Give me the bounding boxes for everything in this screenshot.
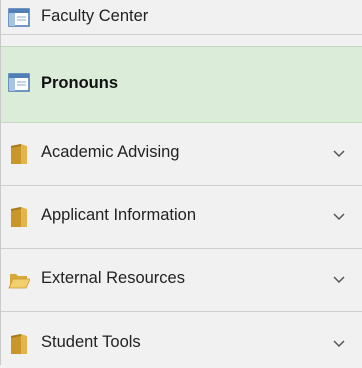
menu-item-academic-advising[interactable]: Academic Advising xyxy=(1,123,362,186)
menu-item-label: External Resources xyxy=(41,269,185,287)
folder-closed-icon xyxy=(11,144,27,164)
chevron-down-icon[interactable] xyxy=(333,340,345,348)
chevron-down-icon[interactable] xyxy=(333,213,345,221)
window-icon xyxy=(8,73,30,92)
menu-item-label: Pronouns xyxy=(41,74,118,92)
menu-item-label: Student Tools xyxy=(41,333,141,351)
navigation-menu: Faculty Center Pronouns Academic Advisin… xyxy=(0,0,362,368)
menu-item-pronouns[interactable]: Pronouns xyxy=(1,46,362,123)
menu-item-faculty-center[interactable]: Faculty Center xyxy=(1,0,362,35)
chevron-down-icon[interactable] xyxy=(333,276,345,284)
menu-item-label: Academic Advising xyxy=(41,143,180,161)
folder-closed-icon xyxy=(11,207,27,227)
menu-item-applicant-information[interactable]: Applicant Information xyxy=(1,186,362,249)
menu-item-external-resources[interactable]: External Resources xyxy=(1,249,362,312)
folder-open-icon xyxy=(8,274,30,289)
chevron-down-icon[interactable] xyxy=(333,150,345,158)
folder-closed-icon xyxy=(11,334,27,354)
window-icon xyxy=(8,8,30,27)
menu-item-student-tools[interactable]: Student Tools xyxy=(1,312,362,368)
menu-item-label: Faculty Center xyxy=(41,7,149,25)
menu-item-label: Applicant Information xyxy=(41,206,197,224)
